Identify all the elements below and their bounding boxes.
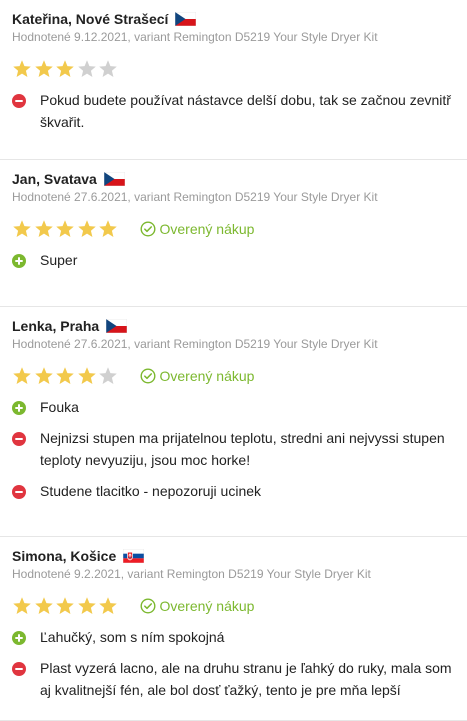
pro-plus-icon bbox=[12, 401, 26, 415]
point-text: Ľahučký, som s ním spokojná bbox=[40, 629, 225, 645]
rating-row bbox=[12, 58, 455, 80]
czech-flag-icon bbox=[106, 319, 128, 333]
verified-check-icon bbox=[139, 368, 156, 384]
review-author: Simona, Košice bbox=[12, 548, 117, 564]
review-meta: Hodnotené 27.6.2021, variant Remington D… bbox=[12, 190, 378, 204]
star-filled-icon bbox=[77, 597, 96, 614]
rating-row: Overený nákup bbox=[12, 365, 455, 387]
star-filled-icon bbox=[56, 60, 74, 77]
review-header: Jan, Svatava bbox=[12, 170, 455, 188]
con-minus-icon bbox=[12, 662, 26, 676]
star-rating bbox=[12, 596, 120, 616]
review-header: Simona, Košice bbox=[12, 547, 455, 565]
star-empty-icon bbox=[99, 60, 117, 77]
verified-purchase-badge: Overený nákup bbox=[139, 598, 255, 614]
czech-flag-icon bbox=[175, 12, 197, 26]
pro-item: Fouka bbox=[12, 399, 455, 418]
star-filled-icon bbox=[34, 220, 53, 237]
con-minus-icon bbox=[12, 485, 26, 499]
con-item: Plast vyzerá lacno, ale na druhu stranu … bbox=[12, 660, 455, 701]
review-card: Simona, Košice Hodnotené 9.2.2021, varian… bbox=[0, 537, 467, 721]
star-filled-icon bbox=[13, 597, 31, 614]
pro-item: Ľahučký, som s ním spokojná bbox=[12, 629, 455, 648]
star-filled-icon bbox=[99, 597, 117, 614]
reviews-list: Kateřina, Nové Strašecí Hodnotené 9.12.20… bbox=[0, 0, 467, 721]
star-filled-icon bbox=[34, 367, 53, 384]
con-item: Pokud budete používat nástavce delší dob… bbox=[12, 92, 455, 133]
pro-plus-icon bbox=[12, 631, 26, 645]
point-text: Nejnizsi stupen ma prijatelnou teplotu, … bbox=[40, 430, 445, 468]
star-rating bbox=[12, 59, 120, 79]
star-filled-icon bbox=[56, 367, 74, 384]
star-filled-icon bbox=[13, 220, 31, 237]
review-card: Jan, Svatava Hodnotené 27.6.2021, variant… bbox=[0, 160, 467, 307]
verified-label: Overený nákup bbox=[159, 368, 255, 384]
point-text: Studene tlacitko - nepozoruji ucinek bbox=[40, 483, 262, 499]
review-meta: Hodnotené 27.6.2021, variant Remington D… bbox=[12, 337, 378, 351]
review-card: Kateřina, Nové Strašecí Hodnotené 9.12.20… bbox=[0, 0, 467, 160]
point-text: Super bbox=[40, 252, 78, 268]
point-text: Fouka bbox=[40, 399, 79, 415]
star-filled-icon bbox=[56, 220, 74, 237]
rating-row: Overený nákup bbox=[12, 218, 455, 240]
verified-check-icon bbox=[139, 221, 156, 237]
star-filled-icon bbox=[99, 220, 117, 237]
star-filled-icon bbox=[13, 60, 31, 77]
review-points: Super bbox=[12, 252, 455, 271]
review-header: Lenka, Praha bbox=[12, 317, 455, 335]
review-points: Fouka Nejnizsi stupen ma prijatelnou tepl… bbox=[12, 399, 455, 502]
review-points: Pokud budete používat nástavce delší dob… bbox=[12, 92, 455, 133]
con-item: Nejnizsi stupen ma prijatelnou teplotu, … bbox=[12, 430, 455, 471]
star-rating bbox=[12, 219, 120, 239]
review-meta: Hodnotené 9.12.2021, variant Remington D… bbox=[12, 30, 378, 44]
con-item: Studene tlacitko - nepozoruji ucinek bbox=[12, 483, 455, 502]
review-header: Kateřina, Nové Strašecí bbox=[12, 10, 455, 28]
verified-label: Overený nákup bbox=[159, 598, 255, 614]
star-filled-icon bbox=[77, 367, 96, 384]
con-minus-icon bbox=[12, 94, 26, 108]
star-filled-icon bbox=[34, 597, 53, 614]
star-filled-icon bbox=[56, 597, 74, 614]
star-empty-icon bbox=[99, 367, 117, 384]
star-filled-icon bbox=[34, 60, 53, 77]
verified-purchase-badge: Overený nákup bbox=[139, 221, 255, 237]
czech-flag-icon bbox=[103, 172, 125, 186]
review-author: Kateřina, Nové Strašecí bbox=[12, 11, 169, 27]
verified-label: Overený nákup bbox=[159, 221, 255, 237]
star-filled-icon bbox=[77, 220, 96, 237]
point-text: Pokud budete používat nástavce delší dob… bbox=[40, 92, 451, 130]
review-points: Ľahučký, som s ním spokojná Plast vyzerá … bbox=[12, 629, 455, 701]
pro-plus-icon bbox=[12, 254, 26, 268]
slovak-flag-icon bbox=[123, 549, 145, 563]
verified-check-icon bbox=[139, 598, 156, 614]
review-author: Jan, Svatava bbox=[12, 171, 97, 187]
star-rating bbox=[12, 366, 120, 386]
point-text: Plast vyzerá lacno, ale na druhu stranu … bbox=[40, 660, 452, 698]
pro-item: Super bbox=[12, 252, 455, 271]
verified-purchase-badge: Overený nákup bbox=[139, 368, 255, 384]
star-empty-icon bbox=[77, 60, 96, 77]
con-minus-icon bbox=[12, 432, 26, 446]
review-author: Lenka, Praha bbox=[12, 318, 100, 334]
star-filled-icon bbox=[13, 367, 31, 384]
rating-row: Overený nákup bbox=[12, 595, 455, 617]
review-card: Lenka, Praha Hodnotené 27.6.2021, variant… bbox=[0, 307, 467, 537]
review-meta: Hodnotené 9.2.2021, variant Remington D5… bbox=[12, 567, 371, 581]
